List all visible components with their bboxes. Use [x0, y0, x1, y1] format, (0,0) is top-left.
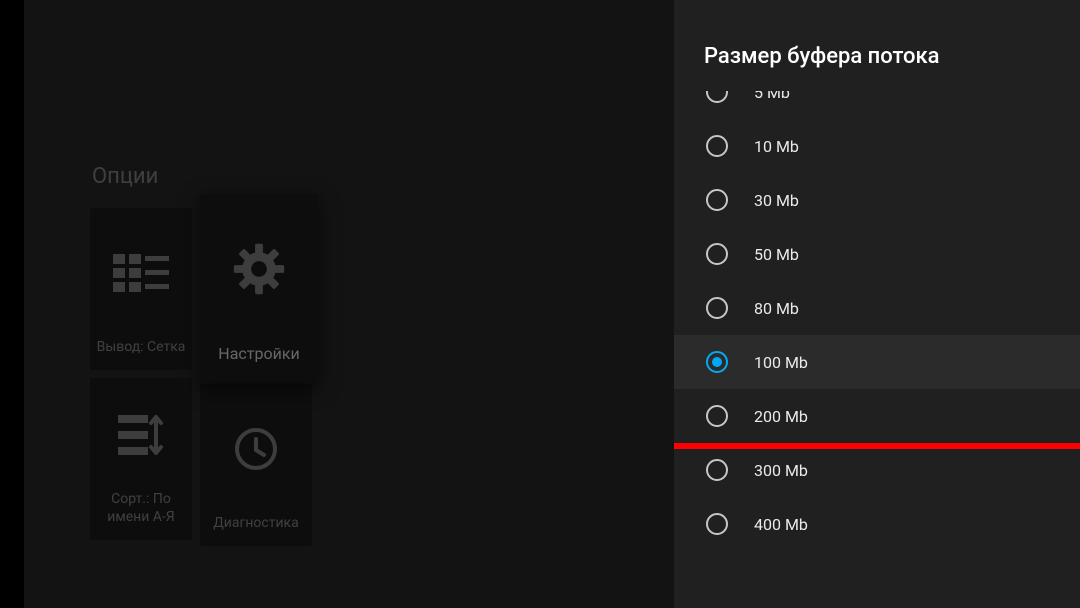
buffer-size-panel: Размер буфера потока 5 Mb 10 Mb 30 Mb [674, 0, 1080, 608]
radio-icon [706, 513, 728, 535]
radio-icon [706, 297, 728, 319]
radio-icon [706, 405, 728, 427]
buffer-option[interactable]: 200 Mb [674, 389, 1080, 443]
buffer-option-label: 200 Mb [754, 407, 808, 426]
buffer-option-selected[interactable]: 100 Mb [674, 335, 1080, 389]
buffer-option[interactable]: 300 Mb [674, 443, 1080, 497]
buffer-option-label: 300 Mb [754, 461, 808, 480]
radio-icon [706, 243, 728, 265]
app-root: Опции Вывод: Сетка [0, 0, 1080, 608]
buffer-option-label: 100 Mb [754, 353, 808, 372]
radio-icon [706, 135, 728, 157]
buffer-option[interactable]: 50 Mb [674, 227, 1080, 281]
radio-icon-checked [706, 351, 728, 373]
buffer-option-label: 5 Mb [754, 91, 790, 102]
buffer-option[interactable]: 30 Mb [674, 173, 1080, 227]
panel-title: Размер буфера потока [674, 0, 1080, 91]
buffer-option[interactable]: 5 Mb [674, 91, 1080, 119]
buffer-option-label: 50 Mb [754, 245, 799, 264]
buffer-size-list: 5 Mb 10 Mb 30 Mb 50 Mb 80 Mb 100 Mb [674, 91, 1080, 608]
buffer-option[interactable]: 400 Mb [674, 497, 1080, 551]
buffer-option-label: 10 Mb [754, 137, 799, 156]
radio-icon [706, 91, 728, 103]
radio-icon [706, 459, 728, 481]
buffer-option[interactable]: 80 Mb [674, 281, 1080, 335]
buffer-option-label: 30 Mb [754, 191, 799, 210]
highlight-underline [674, 443, 1080, 449]
radio-icon [706, 189, 728, 211]
buffer-option-label: 80 Mb [754, 299, 799, 318]
buffer-option[interactable]: 10 Mb [674, 119, 1080, 173]
buffer-option-label: 400 Mb [754, 515, 808, 534]
